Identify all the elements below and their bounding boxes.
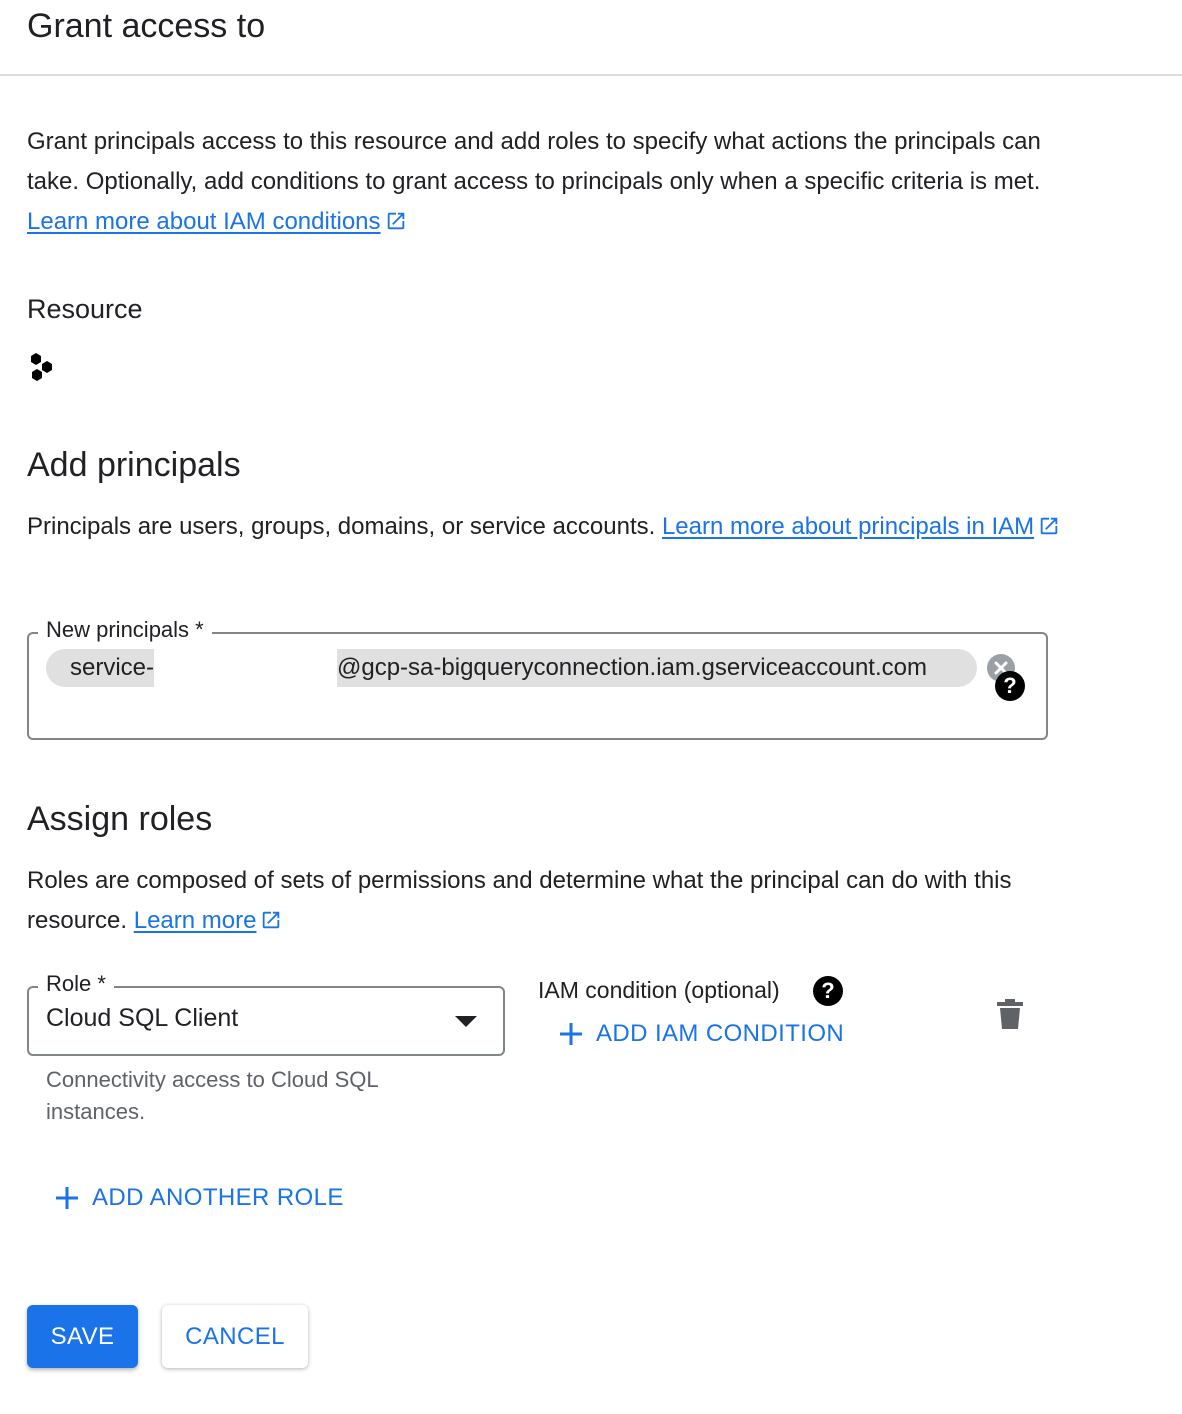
role-label: Role * xyxy=(38,971,114,997)
add-principals-heading: Add principals xyxy=(27,446,241,484)
principals-help-icon[interactable]: ? xyxy=(995,671,1025,701)
iam-condition-help-icon[interactable]: ? xyxy=(813,976,843,1006)
principals-link[interactable]: Learn more about principals in IAM xyxy=(662,513,1060,540)
add-another-role-button[interactable]: ADD ANOTHER ROLE xyxy=(54,1184,344,1212)
panel-header: Grant access to xyxy=(0,0,1182,76)
iam-conditions-link-label: Learn more about IAM conditions xyxy=(27,208,381,235)
save-button[interactable]: SAVE xyxy=(27,1305,138,1368)
resource-hexagons-icon xyxy=(31,353,52,381)
intro-description: Grant principals access to this resource… xyxy=(27,122,1067,242)
cancel-button[interactable]: CANCEL xyxy=(162,1305,308,1368)
assign-roles-heading: Assign roles xyxy=(27,800,213,838)
grant-access-panel: Grant access to Grant principals access … xyxy=(0,0,1182,1414)
dropdown-arrow-icon xyxy=(455,1016,477,1027)
delete-role-icon[interactable] xyxy=(996,998,1024,1030)
roles-description: Roles are composed of sets of permission… xyxy=(27,861,1037,941)
plus-icon xyxy=(56,1187,78,1209)
new-principals-label: New principals * xyxy=(38,617,212,643)
external-link-icon xyxy=(263,911,280,929)
iam-condition-label: IAM condition (optional) xyxy=(538,977,780,1003)
principal-chip-suffix: @gcp-sa-bigqueryconnection.iam.gservicea… xyxy=(337,649,977,687)
plus-icon xyxy=(560,1023,582,1045)
principals-link-label: Learn more about principals in IAM xyxy=(661,513,1035,540)
iam-conditions-link[interactable]: Learn more about IAM conditions xyxy=(27,208,407,235)
external-link-icon xyxy=(1040,517,1058,535)
add-iam-condition-button[interactable]: ADD IAM CONDITION xyxy=(558,1020,844,1048)
resource-label: Resource xyxy=(27,294,143,324)
intro-text: Grant principals access to this resource… xyxy=(27,128,1041,195)
add-another-role-label: ADD ANOTHER ROLE xyxy=(92,1184,344,1211)
roles-learn-more-label: Learn more xyxy=(133,907,257,934)
roles-learn-more-link[interactable]: Learn more xyxy=(134,907,283,934)
principal-chip-prefix: service- xyxy=(46,649,154,687)
principals-description: Principals are users, groups, domains, o… xyxy=(27,507,1067,547)
page-title: Grant access to xyxy=(27,7,266,45)
role-hint: Connectivity access to Cloud SQL instanc… xyxy=(46,1067,378,1124)
principals-text: Principals are users, groups, domains, o… xyxy=(27,513,662,540)
add-iam-condition-label: ADD IAM CONDITION xyxy=(596,1020,845,1047)
external-link-icon xyxy=(387,212,404,230)
role-selected-value: Cloud SQL Client xyxy=(46,1004,239,1032)
